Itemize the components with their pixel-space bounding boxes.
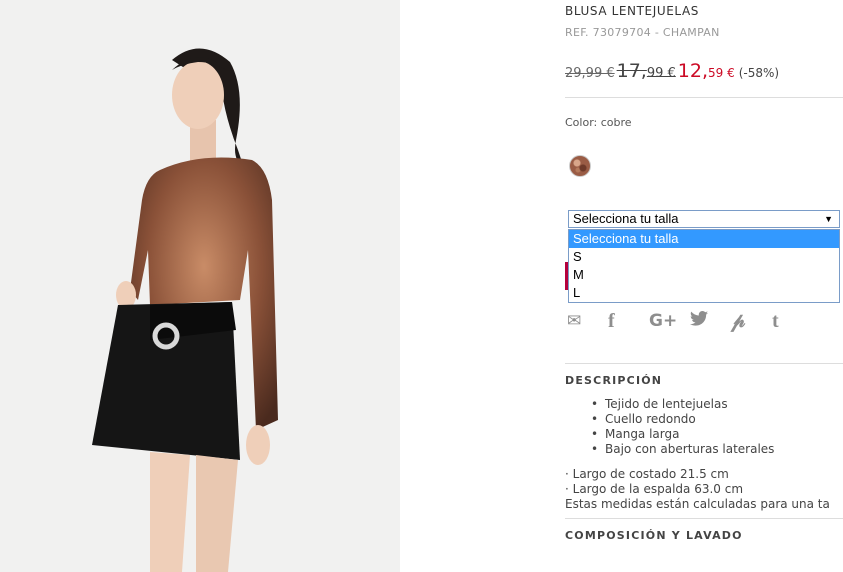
list-item: Tejido de lentejuelas <box>605 397 774 412</box>
description-title[interactable]: DESCRIPCIÓN <box>565 374 662 387</box>
composition-title[interactable]: COMPOSICIÓN Y LAVADO <box>565 529 743 542</box>
chevron-down-icon: ▼ <box>824 214 833 224</box>
measure-line: · Largo de costado 21.5 cm <box>565 467 729 481</box>
product-title: BLUSA LENTEJUELAS <box>565 4 700 18</box>
divider <box>565 97 843 98</box>
size-option[interactable]: Selecciona tu talla <box>569 230 839 248</box>
previous-price: 17,99 € <box>616 60 676 82</box>
facebook-icon[interactable]: f <box>608 310 649 333</box>
discount-badge: (-58%) <box>738 66 780 80</box>
product-photo <box>0 0 400 572</box>
size-option[interactable]: S <box>569 248 839 266</box>
tumblr-icon[interactable]: t <box>772 310 813 333</box>
list-item: Cuello redondo <box>605 412 774 427</box>
size-option[interactable]: M <box>569 266 839 284</box>
product-reference: REF. 73079704 - CHAMPAN <box>565 26 720 39</box>
price-block: 29,99 €17,99 €12,59 € (-58%) <box>565 60 779 82</box>
color-label: Color: cobre <box>565 116 632 129</box>
description-list: Tejido de lentejuelas Cuello redondo Man… <box>605 397 774 457</box>
email-icon[interactable]: ✉ <box>567 311 608 331</box>
divider <box>565 518 843 519</box>
twitter-icon[interactable] <box>690 311 731 331</box>
measurements: · Largo de costado 21.5 cm · Largo de la… <box>565 467 830 512</box>
list-item: Bajo con aberturas laterales <box>605 442 774 457</box>
original-price: 29,99 € <box>565 66 615 81</box>
sale-price: 12,59 € <box>677 60 735 82</box>
pinterest-icon[interactable]: 𝓅 <box>731 310 772 333</box>
list-item: Manga larga <box>605 427 774 442</box>
divider <box>565 363 843 364</box>
google-plus-icon[interactable]: G+ <box>649 311 690 331</box>
measure-line: · Largo de la espalda 63.0 cm <box>565 482 744 496</box>
product-info-panel: BLUSA LENTEJUELAS REF. 73079704 - CHAMPA… <box>565 0 843 572</box>
size-select[interactable]: Selecciona tu talla ▼ <box>568 210 840 228</box>
share-bar: ✉ f G+ 𝓅 t <box>567 310 813 332</box>
size-select-value: Selecciona tu talla <box>573 211 679 226</box>
size-option[interactable]: L <box>569 284 839 302</box>
color-swatch-cobre[interactable] <box>569 155 591 177</box>
measure-line: Estas medidas están calculadas para una … <box>565 497 830 511</box>
size-options-list: Selecciona tu talla S M L <box>568 229 840 303</box>
model-illustration <box>92 48 278 572</box>
